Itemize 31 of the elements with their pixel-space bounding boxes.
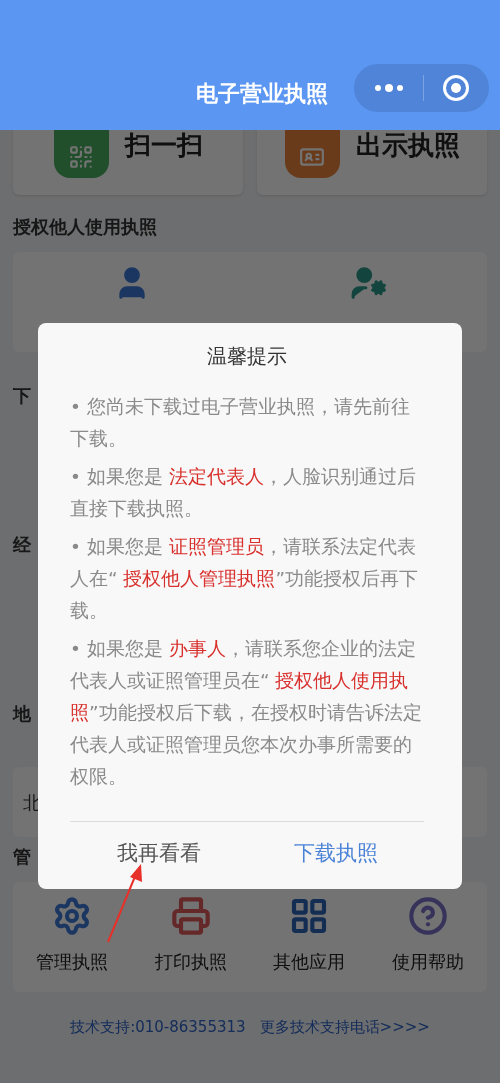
section-title: 下 (13, 384, 31, 408)
manage-option[interactable]: 其他应用 (273, 948, 346, 975)
manage-option[interactable]: 打印执照 (154, 948, 227, 975)
dialog-paragraph: • 如果您是 法定代表人，人脸识别通过后直接下载执照。 (70, 465, 417, 521)
quick-action-card[interactable]: 扫一扫 (13, 130, 243, 195)
quick-action-card[interactable]: 出示执照 (257, 130, 487, 195)
manage-option[interactable]: 管理执照 (36, 948, 109, 975)
section-title: 管 (13, 845, 31, 869)
printer-icon (170, 896, 211, 936)
dialog-title: 温馨提示 (206, 343, 288, 370)
more-icon[interactable] (374, 83, 404, 93)
dialog-paragraph: • 如果您是 证照管理员，请联系法定代表人在“ 授权他人管理执照”功能授权后再下载。 (70, 535, 420, 623)
section-title: 授权他人使用执照 (13, 215, 158, 239)
manage-option[interactable]: 使用帮助 (391, 948, 464, 975)
dialog-paragraph: • 如果您是 办事人，请联系您企业的法定代表人或证照管理员在“ 授权他人使用执照”功能授权后下载，在授权时请告诉法定代表人或证照管理员您本次办事所需要的权限。 (70, 637, 423, 789)
qr-code-icon (53, 130, 109, 178)
capsule-menu[interactable] (354, 64, 489, 112)
close-icon[interactable] (442, 74, 470, 102)
dialog-paragraph: • 您尚未下载过电子营业执照，请先前往下载。 (70, 395, 411, 451)
cancel-button[interactable]: 我再看看 (70, 837, 247, 870)
section-title: 经 (13, 533, 31, 557)
person-gear-icon (349, 264, 388, 302)
more-support-link[interactable]: 更多技术支持电话>>>> (259, 1016, 430, 1039)
id-card-icon (284, 130, 340, 178)
download-button[interactable]: 下载执照 (247, 837, 424, 870)
page-title: 电子营业执照 (196, 80, 328, 108)
section-title: 地 (13, 702, 31, 726)
quick-action-label: 扫一扫 (124, 130, 203, 160)
support-phone: 技术支持:010-86355313 (70, 1017, 246, 1038)
help-icon (407, 896, 448, 936)
quick-action-label: 出示执照 (355, 130, 460, 160)
